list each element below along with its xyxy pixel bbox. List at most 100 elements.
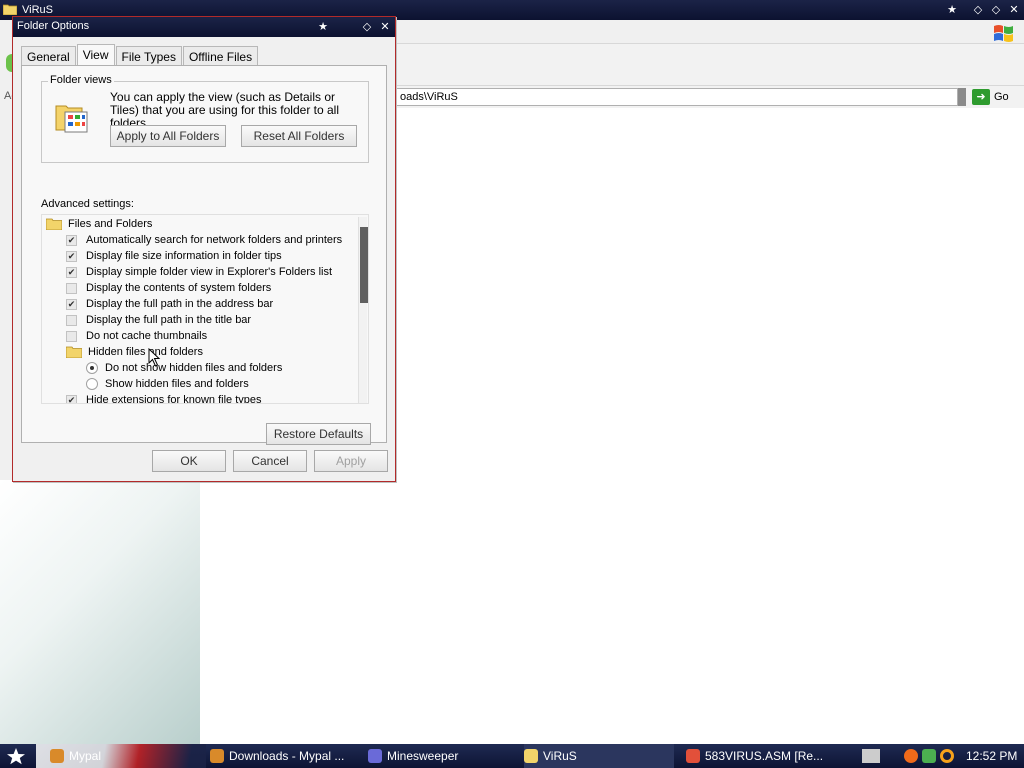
tab-file-types[interactable]: File Types [115,46,182,66]
taskbar-item-label: Minesweeper [387,749,459,763]
close-icon[interactable]: ✕ [377,19,393,35]
checkbox[interactable]: ✔ [66,298,77,310]
restore-defaults-button[interactable]: Restore Defaults [266,423,371,445]
settings-checkbox-row[interactable]: ✔ Display the full path in the address ba… [66,296,273,312]
minesweeper-icon [368,749,382,763]
folder-views-group: Folder views You can apply the view (suc… [41,74,369,163]
setting-label: Show hidden files and folders [105,378,249,390]
dialog-title-bar[interactable]: Folder Options ★ ◇ ✕ [13,17,395,37]
mouse-cursor-icon [148,348,161,367]
radio-button[interactable] [86,378,98,390]
dialog-title: Folder Options [17,20,90,32]
radio-button[interactable] [86,362,98,374]
setting-label: Do not show hidden files and folders [105,362,283,374]
checkbox[interactable] [66,314,77,326]
maximize-icon[interactable]: ◇ [988,2,1004,18]
settings-radio-row[interactable]: Do not show hidden files and folders [86,360,282,376]
editor-icon [686,749,700,763]
setting-label: Do not cache thumbnails [86,330,208,342]
address-dropdown-button[interactable] [958,88,966,106]
setting-label: Hide extensions for known file types [86,394,262,404]
go-label: Go [994,91,1009,103]
pin-icon[interactable]: ★ [944,2,960,18]
folder-views-label: Folder views [48,74,114,86]
mypal-icon [50,749,64,763]
setting-label: Display file size information in folder … [86,250,282,262]
folder-icon [524,749,538,763]
taskbar-item[interactable]: ViRuS [524,744,674,768]
taskbar-item[interactable]: Mypal [50,744,200,768]
go-arrow-icon: ➜ [972,89,990,105]
network-icon[interactable] [904,749,918,763]
advanced-settings-scrollbar[interactable] [358,217,368,403]
clock[interactable]: 12:52 PM [966,749,1017,763]
address-value: oads\ViRuS [400,91,458,103]
settings-checkbox-row[interactable]: Display the full path in the title bar [66,312,251,328]
explorer-menu-bar [396,20,1024,44]
help-icon[interactable]: ◇ [359,19,375,35]
settings-checkbox-row[interactable]: ✔ Display file size information in folder… [66,248,282,264]
view-tab-panel: Folder views You can apply the view (suc… [21,65,387,445]
tab-label: General [27,50,70,64]
tab-view[interactable]: View [76,44,115,66]
setting-label: Display the full path in the title bar [86,314,252,326]
keyboard-icon[interactable] [862,749,880,763]
advanced-settings-label: Advanced settings: [41,198,134,210]
taskbar-item[interactable]: Minesweeper [368,744,518,768]
taskbar-item[interactable]: Downloads - Mypal ... [210,744,360,768]
apply-to-all-folders-button[interactable]: Apply to All Folders [110,125,226,147]
advanced-settings-list[interactable]: Files and Folders ✔ Automatically search f… [41,214,369,404]
scrollbar-thumb[interactable] [360,227,368,303]
settings-checkbox-row[interactable]: ✔ Automatically search for network folder… [66,232,342,248]
settings-checkbox-row[interactable]: ✔ Hide extensions for known file types [66,392,262,404]
apply-button[interactable]: Apply [314,450,388,472]
checkbox[interactable]: ✔ [66,266,77,278]
minimize-icon[interactable]: ◇ [970,2,986,18]
pin-icon[interactable]: ★ [315,19,331,35]
start-star-icon[interactable] [6,747,26,765]
checkbox[interactable]: ✔ [66,234,77,246]
taskbar-item[interactable]: 583VIRUS.ASM [Re... [686,744,836,768]
go-button[interactable]: ➜ Go [972,88,1009,106]
taskbar-item-label: ViRuS [543,749,577,763]
settings-checkbox-row[interactable]: ✔ Display simple folder view in Explorer'… [66,264,332,280]
mypal-icon [210,749,224,763]
checkbox[interactable]: ✔ [66,394,77,403]
tab-offline-files[interactable]: Offline Files [182,46,259,66]
checkbox[interactable]: ✔ [66,250,77,262]
settings-checkbox-row[interactable]: Display the contents of system folders [66,280,271,296]
taskbar-item-label: Mypal [69,749,102,763]
folder-icon [46,218,62,230]
ok-button[interactable]: OK [152,450,226,472]
setting-label: Hidden files and folders [88,346,203,358]
tab-label: View [82,48,109,62]
folder-icon [3,4,17,15]
tab-general[interactable]: General [21,46,76,66]
explorer-title: ViRuS [22,4,53,16]
search-icon[interactable] [940,749,954,763]
folder-options-dialog: Folder Options ★ ◇ ✕ General View File T… [12,16,396,482]
taskbar-item-label: 583VIRUS.ASM [Re... [705,749,824,763]
reset-all-folders-button[interactable]: Reset All Folders [241,125,357,147]
update-icon[interactable] [922,749,936,763]
tab-label: Offline Files [188,50,253,64]
checkbox[interactable] [66,330,77,342]
folder-icon [66,346,82,358]
settings-folder-node: Files and Folders [46,216,152,232]
address-input[interactable]: oads\ViRuS [396,88,958,106]
settings-checkbox-row[interactable]: Do not cache thumbnails [66,328,207,344]
dialog-tabs: General View File Types Offline Files [21,44,259,66]
close-icon[interactable]: ✕ [1006,2,1022,18]
cancel-button[interactable]: Cancel [233,450,307,472]
settings-radio-row[interactable]: Show hidden files and folders [86,376,249,392]
setting-label: Display the full path in the address bar [86,298,274,310]
setting-label: Display the contents of system folders [86,282,272,294]
checkbox[interactable] [66,282,77,294]
desktop-background [0,480,200,744]
address-bar: oads\ViRuS ➜ Go [396,86,1024,108]
tab-label: File Types [121,50,176,64]
taskbar-item-label: Downloads - Mypal ... [229,749,345,763]
windows-logo-icon [994,25,1013,42]
settings-folder-node: Hidden files and folders [66,344,203,360]
setting-label: Automatically search for network folders… [86,234,343,246]
